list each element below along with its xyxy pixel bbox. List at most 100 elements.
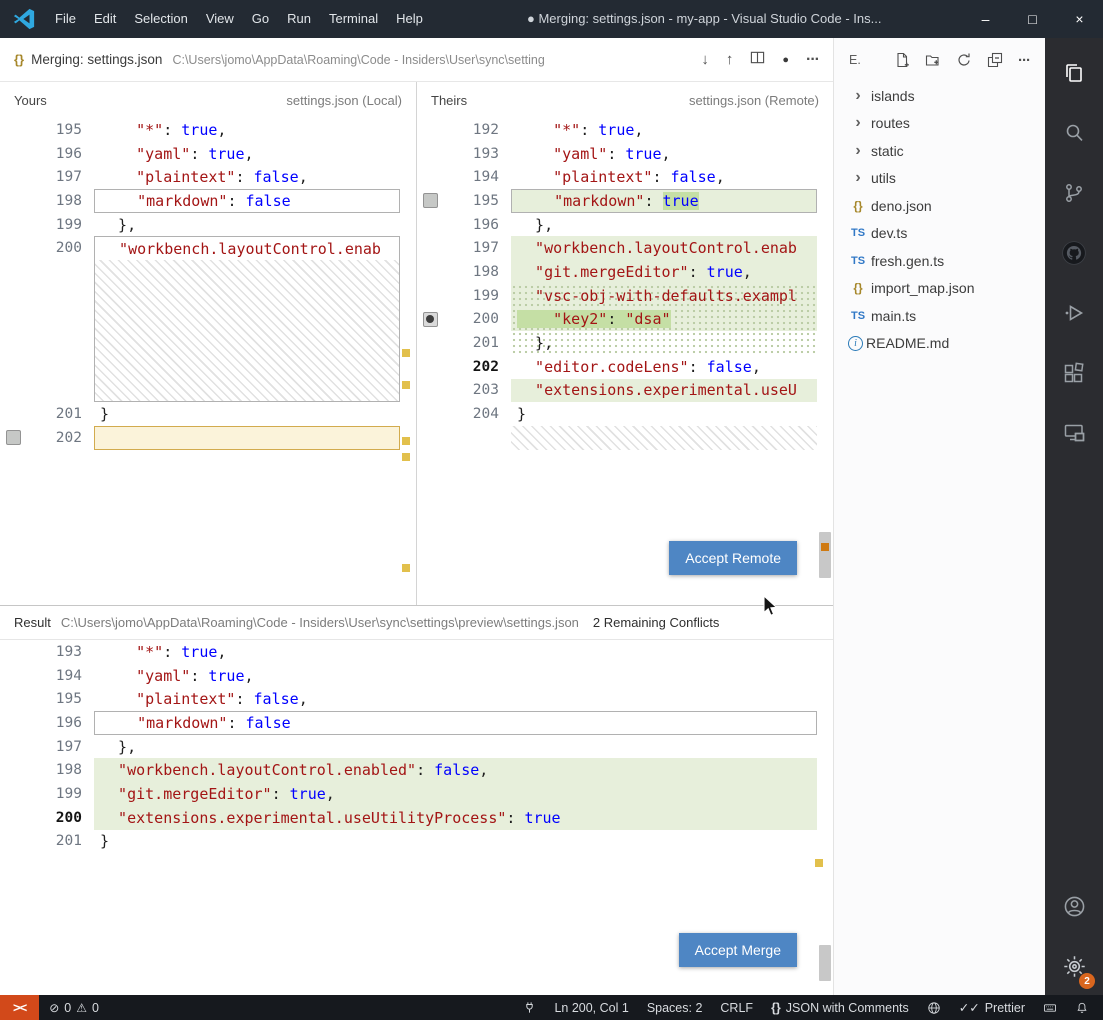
code-line-202[interactable]: 202 "editor.codeLens": false, [417, 355, 833, 379]
code-line-198[interactable]: 198 "workbench.layoutControl.enabled": f… [0, 758, 833, 783]
code-line-198[interactable]: 198 "git.mergeEditor": true, [417, 260, 833, 284]
indentation-status[interactable]: Spaces: 2 [647, 1001, 703, 1015]
code-line-201[interactable]: 201 }, [417, 331, 833, 355]
line-number: 204 [472, 406, 499, 423]
code-line-193[interactable]: 193 "yaml": true, [417, 142, 833, 166]
pane-theirs-code[interactable]: 192 "*": true, 193 "yaml": true, 194 "plai… [417, 118, 833, 605]
warning-icon: ⚠ [76, 1000, 87, 1015]
vscode-window: File Edit Selection View Go Run Terminal Help ●… [0, 0, 1103, 1020]
tree-item-islands[interactable]: › islands [834, 82, 1045, 110]
problems-status[interactable]: ⊘ 0 ⚠ 0 [49, 1001, 99, 1015]
activity-search[interactable] [1050, 108, 1098, 158]
code-line-201[interactable]: 201} [0, 402, 416, 426]
plug-icon[interactable] [523, 1001, 536, 1014]
tree-item-dev-ts[interactable]: TS dev.ts [834, 220, 1045, 248]
globe-icon[interactable] [927, 1001, 941, 1015]
notifications-bell-icon[interactable] [1075, 1001, 1089, 1015]
activity-run-debug[interactable] [1050, 288, 1098, 338]
menu-edit[interactable]: Edit [85, 0, 125, 38]
activity-settings[interactable]: 2 [1050, 941, 1098, 991]
conflict-checkbox[interactable] [422, 311, 438, 327]
code-line-200[interactable]: 200 "extensions.experimental.useUtilityP… [0, 805, 833, 830]
activity-github[interactable] [1050, 228, 1098, 278]
code-line-197[interactable]: 197 }, [0, 735, 833, 759]
accept-merge-button[interactable]: Accept Merge [678, 933, 797, 967]
tree-item-deno-json[interactable]: {} deno.json [834, 192, 1045, 220]
accept-remote-button[interactable]: Accept Remote [669, 541, 797, 575]
tree-item-fresh-gen-ts[interactable]: TS fresh.gen.ts [834, 247, 1045, 275]
menu-selection[interactable]: Selection [125, 0, 196, 38]
minimize-button[interactable]: – [962, 0, 1009, 38]
tree-item-static[interactable]: › static [834, 137, 1045, 165]
activity-extensions[interactable] [1050, 348, 1098, 398]
menu-go[interactable]: Go [243, 0, 278, 38]
activity-account[interactable] [1050, 881, 1098, 931]
menu-view[interactable]: View [197, 0, 243, 38]
code-line-194[interactable]: 194 "plaintext": false, [417, 165, 833, 189]
menu-help[interactable]: Help [387, 0, 432, 38]
conflict-checkbox[interactable] [422, 193, 438, 209]
code-line-200[interactable]: 200 "key2": "dsa" [417, 307, 833, 332]
merge-editor-tab[interactable]: {} Merging: settings.json C:\Users\jomo\… [0, 38, 833, 82]
code-line-197[interactable]: 197 "plaintext": false, [0, 165, 416, 189]
scrollbar-thumb[interactable] [819, 945, 831, 981]
code-line-195[interactable]: 195 "markdown": true [417, 189, 833, 213]
pane-result-code[interactable]: 193 "*": true, 194 "yaml": true, 195 "plai… [0, 640, 833, 995]
pane-yours-code[interactable]: 195 "*": true, 196 "yaml": true, 197 "plai… [0, 118, 416, 605]
split-editor-icon[interactable] [750, 50, 765, 70]
menu-file[interactable]: File [46, 0, 85, 38]
more-actions-icon[interactable]: ··· [806, 51, 820, 69]
close-button[interactable]: × [1056, 0, 1103, 38]
scrollbar-thumb[interactable] [819, 532, 831, 578]
tree-item-label: import_map.json [871, 280, 975, 297]
code-line-195[interactable]: 195 "plaintext": false, [0, 687, 833, 711]
code-line-196[interactable]: 196 }, [417, 213, 833, 237]
cursor-position[interactable]: Ln 200, Col 1 [554, 1001, 628, 1015]
status-extra-icon[interactable] [1043, 1001, 1057, 1015]
language-mode[interactable]: {} JSON with Comments [771, 1001, 909, 1015]
code-line-200[interactable]: 200 "workbench.layoutControl.enab [0, 236, 416, 261]
maximize-button[interactable]: □ [1009, 0, 1056, 38]
new-folder-icon[interactable] [925, 52, 941, 68]
conflict-checkbox[interactable] [5, 430, 21, 446]
code-line-195[interactable]: 195 "*": true, [0, 118, 416, 142]
code-line-203[interactable]: 203 "extensions.experimental.useU [417, 378, 833, 403]
code-line-198[interactable]: 198 "markdown": false [0, 189, 416, 213]
tree-item-utils[interactable]: › utils [834, 165, 1045, 193]
tree-item-import-map-json[interactable]: {} import_map.json [834, 275, 1045, 303]
tree-item-routes[interactable]: › routes [834, 110, 1045, 138]
collapse-folders-icon[interactable] [987, 52, 1003, 68]
prettier-status[interactable]: ✓✓ Prettier [959, 1000, 1025, 1016]
code-line-199[interactable]: 199 "vsc-obj-with-defaults.exampl [417, 283, 833, 308]
refresh-icon[interactable] [956, 52, 972, 68]
activity-explorer[interactable] [1050, 48, 1098, 98]
activity-source-control[interactable] [1050, 168, 1098, 218]
line-number: 197 [55, 738, 82, 755]
more-actions-icon[interactable]: ··· [1018, 52, 1031, 69]
code-line-197[interactable]: 197 "workbench.layoutControl.enab [417, 236, 833, 261]
code-line-192[interactable]: 192 "*": true, [417, 118, 833, 142]
pane-theirs-title: Theirs [431, 92, 468, 108]
new-file-icon[interactable] [894, 52, 910, 68]
remote-indicator[interactable]: >< [0, 995, 40, 1020]
code-line-199[interactable]: 199 }, [0, 213, 416, 237]
tab-label[interactable]: Merging: settings.json [31, 52, 162, 67]
menu-terminal[interactable]: Terminal [320, 0, 387, 38]
line-number: 196 [55, 145, 82, 162]
code-line-201[interactable]: 201} [0, 830, 833, 854]
code-line-199[interactable]: 199 "git.mergeEditor": true, [0, 782, 833, 806]
next-conflict-icon[interactable]: ↓ [701, 51, 709, 68]
code-line-196[interactable]: 196 "yaml": true, [0, 142, 416, 166]
activity-remote-explorer[interactable] [1050, 408, 1098, 458]
eol-status[interactable]: CRLF [720, 1001, 753, 1015]
prev-conflict-icon[interactable]: ↑ [726, 51, 734, 68]
tree-item-readme-md[interactable]: i README.md [834, 330, 1045, 358]
titlebar: File Edit Selection View Go Run Terminal Help ●… [0, 0, 1103, 38]
code-line-204[interactable]: 204} [417, 402, 833, 426]
code-line-196[interactable]: 196 "markdown": false [0, 711, 833, 735]
code-line-202[interactable]: 202 [0, 426, 416, 450]
code-line-193[interactable]: 193 "*": true, [0, 640, 833, 664]
menu-run[interactable]: Run [278, 0, 320, 38]
tree-item-main-ts[interactable]: TS main.ts [834, 302, 1045, 330]
code-line-194[interactable]: 194 "yaml": true, [0, 664, 833, 688]
